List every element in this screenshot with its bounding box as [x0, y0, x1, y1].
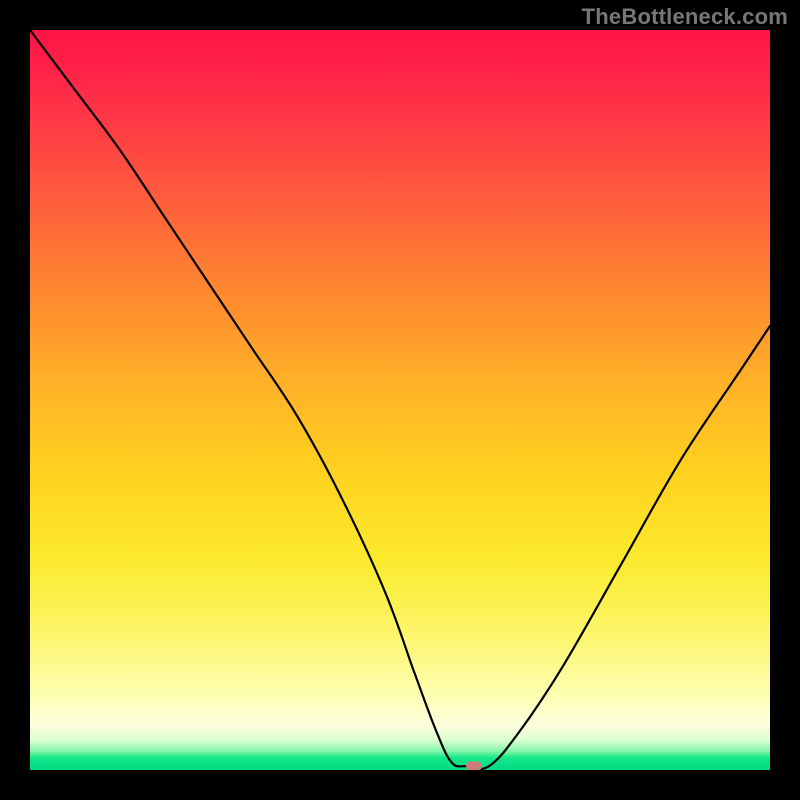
watermark-text: TheBottleneck.com	[582, 4, 788, 30]
chart-frame: TheBottleneck.com	[0, 0, 800, 800]
bottleneck-curve	[30, 30, 770, 770]
minimum-marker	[466, 762, 482, 770]
plot-area	[30, 30, 770, 770]
